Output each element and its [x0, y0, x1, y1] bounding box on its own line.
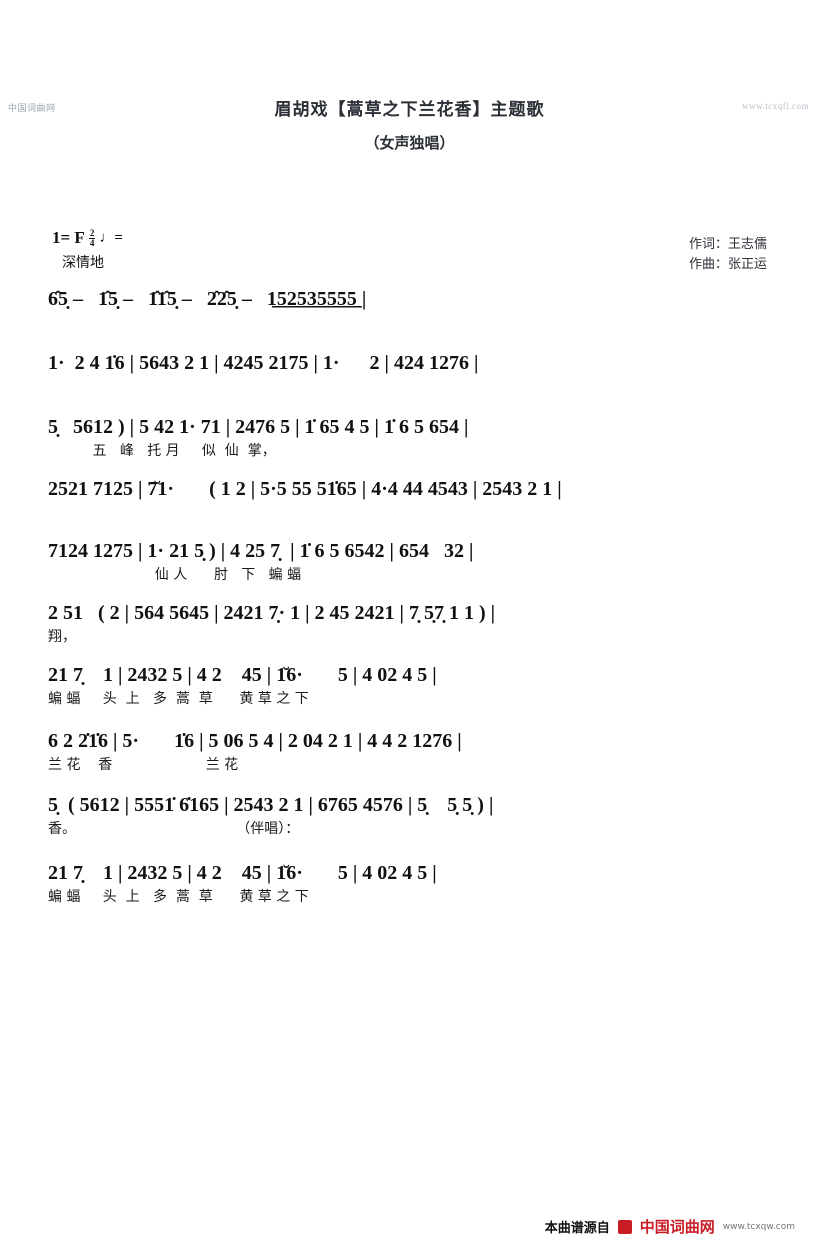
notation-row: 5̣ ( 5612 | 5551̇ 6̇165 | 2543 2 1 | 676…	[48, 794, 494, 816]
footer-brand[interactable]: 中国词曲网	[640, 1216, 715, 1237]
quarter-note-icon: ♩=	[99, 229, 123, 246]
time-signature: 2 4	[88, 227, 96, 248]
time-denominator: 4	[89, 237, 95, 248]
lyrics-row: 蝙 蝠 头 上 多 蒿 草 黄 草 之 下	[48, 691, 309, 707]
key-signature-block: 1= F 2 4 ♩= 深情地	[52, 228, 123, 272]
score-line-9: 5̣ ( 5612 | 5551̇ 6̇165 | 2543 2 1 | 676…	[48, 795, 772, 837]
lyrics-row: 仙 人 肘 下 蝙 蝠	[48, 567, 302, 583]
lyrics-row	[48, 312, 772, 331]
page-title: 眉胡戏【蒿草之下兰花香】主题歌	[274, 100, 545, 120]
lyrics-row: 五 峰 托 月 似 仙 掌，	[48, 443, 276, 459]
score-line-3: 5̣ 5612 ) | 5 42 1· 71 | 2476 5 | 1̇ 65 …	[48, 417, 772, 459]
notation-row: 5̣ 5612 ) | 5 42 1· 71 | 2476 5 | 1̇ 65 …	[48, 416, 469, 438]
key-label: 1= F	[52, 228, 85, 247]
lyricist-credit: 作词：王志儒	[688, 237, 767, 252]
notation-row: 7124 1275 | 1· 21 5̣ ) | 4 25 7̣ | 1̇ 6 …	[48, 540, 474, 562]
credits-block: 作词：王志儒 作曲：张正运	[689, 235, 767, 275]
lyrics-row	[48, 376, 772, 395]
lyrics-row: 兰 花 香 兰 花	[48, 757, 239, 773]
footer: 本曲谱源自 中国词曲网 www.tcxqw.com	[545, 1216, 795, 1237]
watermark-right: www.tcxqfl.com	[742, 101, 809, 111]
notation-row: 6 2 2̇1̇6 | 5· 1̇6 | 5 06 5 4 | 2 04 2 1…	[48, 730, 462, 752]
score-line-8: 6 2 2̇1̇6 | 5· 1̇6 | 5 06 5 4 | 2 04 2 1…	[48, 731, 772, 773]
footer-source-label: 本曲谱源自	[544, 1221, 610, 1236]
score-line-1: 6̂5̣ – 1̂5̣ – 1̂1̂5̣ – 2̂2̂5̣ – 1̲5̲2̲5̲…	[48, 289, 772, 331]
lyrics-row: 香。 （伴唱）：	[48, 821, 300, 837]
notation-row: 2521 7125 | 7̆1· ( 1 2 | 5·5 55 51̇65 | …	[48, 478, 562, 500]
notation-row: 2 51 ( 2 | 564 5645 | 2421 7̣· 1 | 2 45 …	[48, 602, 496, 624]
notation-row: 21 7̣ 1 | 2432 5 | 4 2 45 | 1̆6· 5 | 4 0…	[48, 664, 437, 686]
lyrics-row: 翔，	[48, 629, 76, 645]
score-line-4: 2521 7125 | 7̆1· ( 1 2 | 5·5 55 51̇65 | …	[48, 479, 772, 521]
score-line-2: 1· 2 4 1̇6 | 5643 2 1 | 4245 2175 | 1· 2…	[48, 353, 772, 395]
logo-icon	[617, 1219, 632, 1234]
score-line-6: 2 51 ( 2 | 564 5645 | 2421 7̣· 1 | 2 45 …	[48, 603, 772, 645]
lyrics-row	[48, 502, 772, 521]
score-body: 6̂5̣ – 1̂5̣ – 1̂1̂5̣ – 2̂2̂5̣ – 1̲5̲2̲5̲…	[48, 277, 772, 909]
score-line-5: 7124 1275 | 1· 21 5̣ ) | 4 25 7̣ | 1̇ 6 …	[48, 541, 772, 583]
lyrics-row: 蝙 蝠 头 上 多 蒿 草 黄 草 之 下	[48, 889, 309, 905]
notation-row: 6̂5̣ – 1̂5̣ – 1̂1̂5̣ – 2̂2̂5̣ – 1̲5̲2̲5̲…	[48, 288, 367, 310]
score-line-7: 21 7̣ 1 | 2432 5 | 4 2 45 | 1̆6· 5 | 4 0…	[48, 665, 772, 707]
page-subtitle: （女声独唱）	[364, 134, 455, 152]
composer-credit: 作曲：张正运	[688, 257, 767, 273]
tempo-marking: 深情地	[62, 255, 104, 271]
score-line-10: 21 7̣ 1 | 2432 5 | 4 2 45 | 1̆6· 5 | 4 0…	[48, 863, 772, 905]
watermark-left: 中国词曲网	[8, 103, 56, 113]
footer-site: www.tcxqw.com	[722, 1221, 795, 1232]
time-numerator: 2	[88, 227, 96, 239]
notation-row: 1· 2 4 1̇6 | 5643 2 1 | 4245 2175 | 1· 2…	[48, 352, 479, 374]
notation-row: 21 7̣ 1 | 2432 5 | 4 2 45 | 1̆6· 5 | 4 0…	[48, 862, 437, 884]
